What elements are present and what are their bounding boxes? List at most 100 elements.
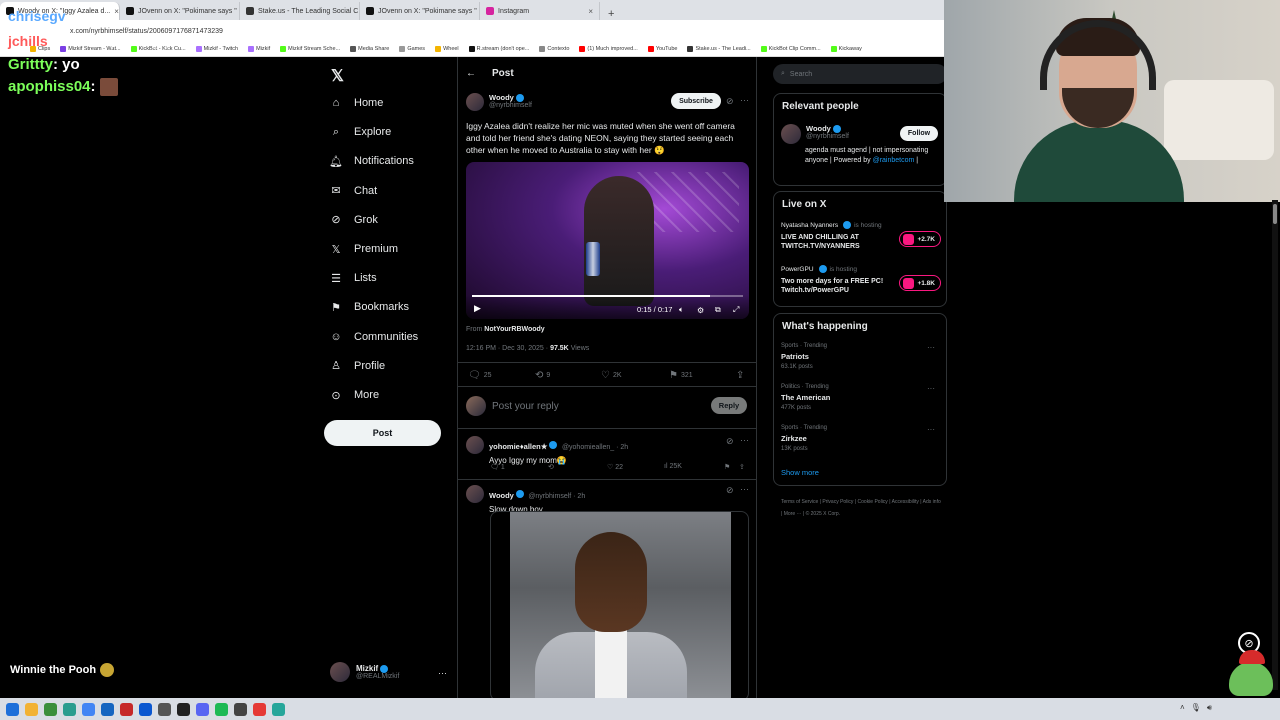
discord-icon[interactable]	[196, 702, 209, 716]
tweet-author[interactable]: Woody @nyrbhimself	[466, 93, 532, 111]
trend-item[interactable]: Sports · Trending Patriots 63.1K posts ·…	[781, 343, 941, 370]
account-switcher[interactable]: Mizkif @REALMizkif	[330, 662, 399, 682]
reply-composer[interactable]: Post your reply	[466, 396, 559, 416]
reply-image[interactable]	[490, 511, 749, 701]
trend-item[interactable]: Politics · Trending The American 477K po…	[781, 384, 941, 411]
author-handle[interactable]: @nyrbhimself	[489, 102, 532, 109]
browser-tab[interactable]: Instagram ×	[480, 2, 600, 20]
settings-icon[interactable]: ⚙	[697, 306, 704, 315]
reply-handle[interactable]: @nyrbhimself · 2h	[528, 493, 585, 500]
reply-tweet[interactable]: Woody @nyrbhimself · 2h Slow down boy	[466, 485, 585, 514]
chevron-up-icon[interactable]: ˄	[1180, 703, 1185, 713]
reply-action[interactable]: 🗨︎ 1	[490, 463, 505, 471]
author-name-text[interactable]: Woody	[489, 93, 514, 102]
more-icon[interactable]: ···	[740, 95, 749, 105]
repost-button[interactable]: ⟲ 9	[535, 370, 550, 381]
follow-button[interactable]: Follow	[900, 126, 938, 141]
bookmark-item[interactable]: Media Share	[350, 46, 389, 52]
sidebar-item-notifications[interactable]: 🔔︎ Notifications	[329, 155, 414, 168]
grok-icon[interactable]: ⊘	[726, 485, 734, 496]
sidebar-item-chat[interactable]: ✉ Chat	[330, 185, 377, 198]
x-logo-icon[interactable]: 𝕏	[331, 66, 344, 86]
avatar[interactable]	[466, 485, 484, 503]
popout-icon[interactable]: ⧉	[715, 305, 721, 315]
bookmark-button[interactable]: ⚑ 321	[669, 370, 693, 381]
footer-link[interactable]: Privacy Policy	[822, 499, 853, 505]
reply-count-button[interactable]: 🗨︎ 25	[468, 370, 492, 381]
app-icon[interactable]	[101, 702, 114, 716]
post-button[interactable]: Post	[324, 420, 441, 446]
video-progress-bar[interactable]	[472, 295, 743, 297]
bookmark-item[interactable]: Wheel	[435, 46, 459, 52]
reply-button[interactable]: Reply	[711, 397, 747, 414]
more-icon[interactable]: ···	[927, 384, 935, 393]
sidebar-item-lists[interactable]: ☰ Lists	[330, 272, 377, 285]
avatar[interactable]	[466, 93, 484, 111]
back-arrow-icon[interactable]: ←	[466, 68, 476, 79]
sidebar-item-explore[interactable]: ⌕ Explore	[330, 126, 391, 139]
start-icon[interactable]	[6, 702, 19, 716]
reply-handle[interactable]: @yohomieallen_ · 2h	[562, 444, 628, 451]
app-icon[interactable]	[177, 702, 190, 716]
bio-link[interactable]: @rainbetcom	[873, 157, 915, 164]
from-account[interactable]: NotYourRBWoody	[484, 326, 544, 333]
like-button[interactable]: ♡ 2K	[601, 370, 622, 381]
bookmark-item[interactable]: (1) Much improved...	[579, 46, 638, 52]
sidebar-item-home[interactable]: ⌂ Home	[330, 97, 384, 109]
bookmark-item[interactable]: Contexto	[539, 46, 569, 52]
live-item[interactable]: PowerGPU is hosting Two more days for a …	[781, 265, 941, 295]
reply-tweet[interactable]: yohomie♦allen★ @yohomieallen_ · 2h Ayyo …	[466, 436, 628, 465]
app-icon[interactable]	[44, 702, 57, 716]
app-icon[interactable]	[253, 702, 266, 716]
footer-link[interactable]: More ···	[784, 511, 802, 517]
volume-icon[interactable]: 🔈︎	[679, 305, 684, 315]
play-icon[interactable]: ▶	[474, 303, 481, 314]
bookmark-icon[interactable]: ⚑	[724, 463, 730, 471]
avatar[interactable]	[466, 436, 484, 454]
bookmark-item[interactable]: Games	[399, 46, 425, 52]
trend-item[interactable]: Sports · Trending Zirkzee 13K posts ···	[781, 425, 941, 452]
more-icon[interactable]: ···	[740, 484, 749, 494]
chrome-icon[interactable]	[82, 702, 95, 716]
tweet-video[interactable]: ▶ 0:15 / 0:17 🔈︎ ⚙ ⧉ ⤢	[466, 162, 749, 319]
app-icon[interactable]	[120, 702, 133, 716]
reply-author[interactable]: yohomie♦allen★	[489, 442, 547, 451]
subscribe-button[interactable]: Subscribe	[671, 93, 721, 109]
app-icon[interactable]	[139, 702, 152, 716]
author-name[interactable]: Woody	[489, 93, 532, 103]
app-icon[interactable]	[272, 702, 285, 716]
fullscreen-icon[interactable]: ⤢	[733, 305, 739, 315]
live-item[interactable]: Nyatasha Nyanners is hosting LIVE AND CH…	[781, 221, 941, 251]
volume-icon[interactable]: 🔊︎	[1207, 703, 1212, 713]
tweet-timestamp[interactable]: 12:16 PM · Dec 30, 2025	[466, 345, 544, 352]
reply-author[interactable]: Woody	[489, 491, 514, 500]
reply-input[interactable]: Post your reply	[492, 401, 559, 412]
more-icon[interactable]: ···	[927, 425, 935, 434]
bookmark-item[interactable]: Mizkif Stream Sche...	[280, 46, 340, 52]
like-button[interactable]: ♡ 22	[607, 463, 623, 471]
app-icon[interactable]	[234, 702, 247, 716]
browser-tab[interactable]: JOvenn on X: "Pokimane says "×	[360, 2, 480, 20]
scrollbar[interactable]	[1272, 200, 1278, 690]
footer-link[interactable]: Accessibility	[892, 499, 919, 505]
bookmark-item[interactable]: YouTube	[647, 46, 677, 52]
browser-tab[interactable]: JOvenn on X: "Pokimane says "×	[120, 2, 240, 20]
app-icon[interactable]	[158, 702, 171, 716]
more-icon[interactable]: ···	[927, 343, 935, 352]
sidebar-item-grok[interactable]: ⊘ Grok	[330, 214, 377, 227]
sidebar-item-profile[interactable]: ♙ Profile	[330, 360, 385, 373]
bookmark-item[interactable]: KickBot Clip Comm...	[760, 46, 821, 52]
footer-link[interactable]: © 2025 X Corp.	[806, 511, 841, 517]
close-icon[interactable]: ×	[588, 7, 593, 16]
sidebar-item-communities[interactable]: ☺ Communities	[330, 331, 418, 343]
repost-button[interactable]: ⟲	[548, 463, 554, 471]
views-button[interactable]: ıl 25K	[664, 463, 682, 470]
grok-icon[interactable]: ⊘	[726, 436, 734, 447]
share-icon[interactable]: ⇪	[739, 463, 745, 471]
user-name[interactable]: Woody	[806, 124, 831, 133]
footer-link[interactable]: Terms of Service	[781, 499, 818, 505]
close-icon[interactable]: ×	[114, 7, 119, 16]
bookmark-item[interactable]: Mizkif	[248, 46, 270, 52]
user-handle[interactable]: @nyrbhimself	[806, 133, 849, 140]
bookmark-item[interactable]: Kickaway	[830, 46, 862, 52]
